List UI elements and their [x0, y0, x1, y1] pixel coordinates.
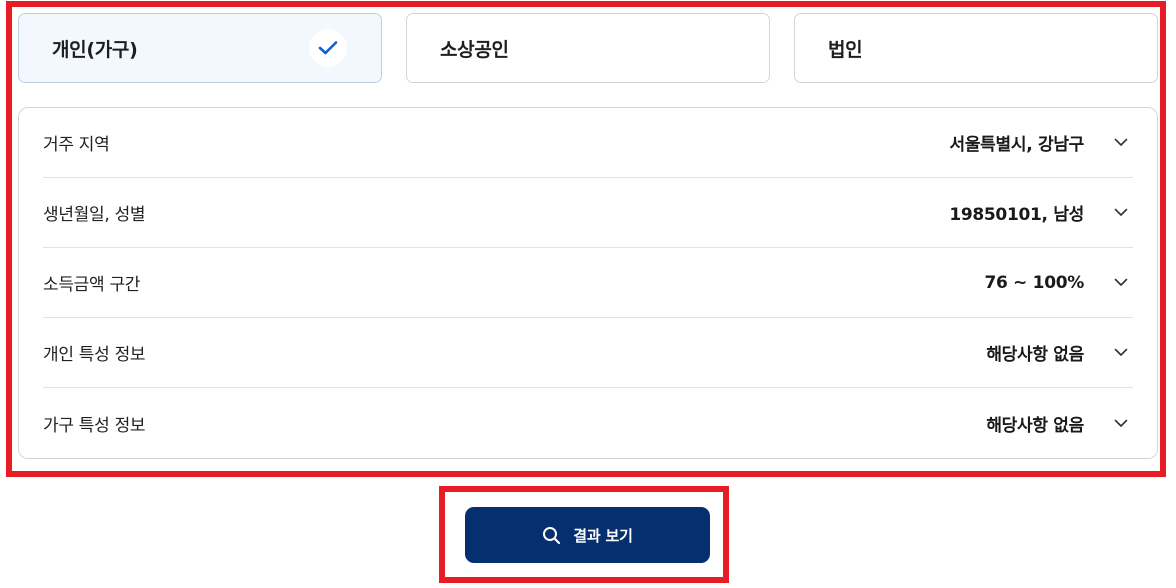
highlight-box-form	[6, 1, 1166, 477]
highlight-box-button	[439, 486, 729, 583]
